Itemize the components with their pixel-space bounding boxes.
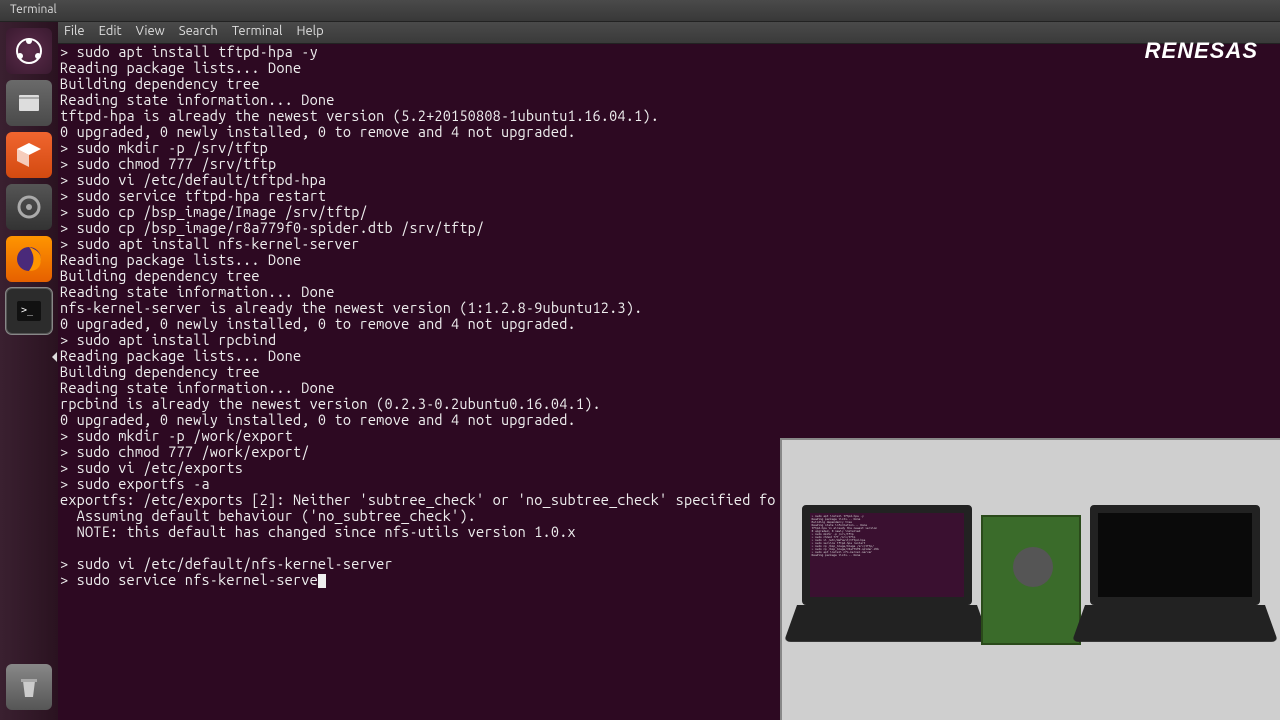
trash-icon[interactable] xyxy=(6,664,52,710)
dash-icon[interactable] xyxy=(6,28,52,74)
terminal-menubar: File Edit View Search Terminal Help xyxy=(58,22,1280,44)
window-title: Terminal xyxy=(10,3,57,16)
menu-help[interactable]: Help xyxy=(296,24,323,41)
menu-search[interactable]: Search xyxy=(179,24,218,41)
settings-icon[interactable] xyxy=(6,184,52,230)
software-center-icon[interactable] xyxy=(6,132,52,178)
svg-text:>_: >_ xyxy=(21,305,34,316)
active-app-indicator xyxy=(52,352,57,362)
picture-in-picture-overlay: > sudo apt install tftpd-hpa -yReading p… xyxy=(780,438,1280,720)
dev-board xyxy=(981,515,1081,645)
files-icon[interactable] xyxy=(6,80,52,126)
unity-launcher: >_ xyxy=(0,22,58,720)
renesas-logo: RENESAS xyxy=(1145,38,1258,64)
terminal-icon[interactable]: >_ xyxy=(6,288,52,334)
laptop-left: > sudo apt install tftpd-hpa -yReading p… xyxy=(792,505,981,655)
menu-file[interactable]: File xyxy=(64,24,85,41)
laptop-right xyxy=(1081,505,1270,655)
menu-terminal[interactable]: Terminal xyxy=(232,24,283,41)
firefox-icon[interactable] xyxy=(6,236,52,282)
menu-view[interactable]: View xyxy=(136,24,165,41)
window-titlebar: Terminal xyxy=(0,0,1280,22)
menu-edit[interactable]: Edit xyxy=(99,24,122,41)
